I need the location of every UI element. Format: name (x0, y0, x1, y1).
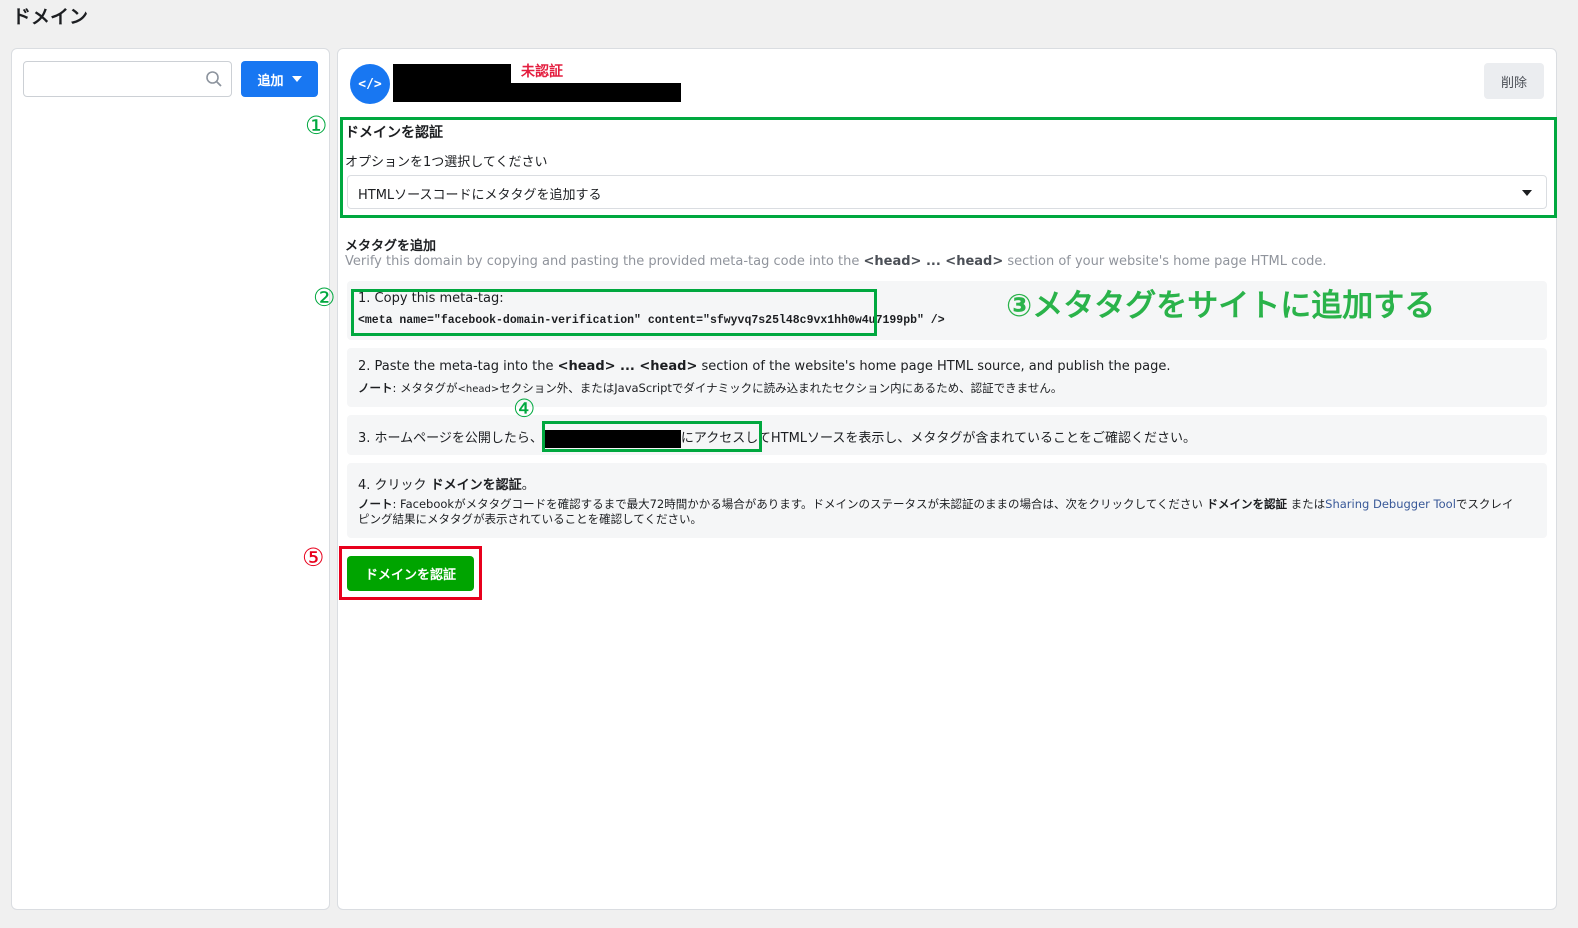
annotation-label-3: ③メタタグをサイトに追加する (1006, 288, 1436, 324)
verify-heading: ドメインを認証 (345, 125, 443, 141)
step-3-text: 3. ホームページを公開したら、 にアクセスしてHTMLソースを表示し、メタタグが… (358, 429, 1196, 448)
step-4: 4. クリック ドメインを認証。 ノート: Facebookがメタタグコードを確… (347, 463, 1547, 538)
page-title: ドメイン (12, 6, 89, 28)
search-box[interactable] (23, 61, 232, 97)
option-prompt: オプションを1つ選択してください (345, 155, 548, 170)
step-2-text: 2. Paste the meta-tag into the <head> ..… (358, 359, 1171, 374)
redacted-domain-detail (393, 83, 681, 102)
annotation-number-1: ① (305, 111, 328, 140)
step-4-note: ノート: Facebookがメタタグコードを確認するまで最大72時間かかる場合が… (358, 497, 1514, 511)
annotation-box-2 (351, 289, 877, 336)
annotation-box-4 (542, 421, 762, 452)
add-button-label: 追加 (257, 73, 284, 89)
annotation-number-5: ⑤ (302, 543, 325, 572)
domain-list-panel: 追加 (11, 48, 330, 910)
verification-method-select[interactable]: HTMLソースコードにメタタグを追加する (347, 175, 1547, 209)
delete-button[interactable]: 削除 (1484, 63, 1544, 99)
search-icon (206, 71, 222, 87)
sharing-debugger-link[interactable]: Sharing Debugger Tool (1325, 497, 1456, 511)
annotation-number-2: ② (313, 283, 336, 312)
code-icon: </> (350, 64, 390, 104)
status-badge: 未認証 (521, 64, 563, 80)
metatag-heading: メタタグを追加 (345, 239, 437, 254)
verify-domain-button[interactable]: ドメインを認証 (347, 556, 474, 591)
search-input[interactable] (24, 62, 194, 96)
step-4-text: 4. クリック ドメインを認証。 (358, 478, 535, 493)
metatag-description: Verify this domain by copying and pastin… (345, 254, 1327, 269)
caret-down-icon (1522, 190, 1532, 196)
add-button[interactable]: 追加 (241, 61, 318, 97)
domain-detail-panel: </> 未認証 削除 ① ドメインを認証 オプションを1つ選択してください HT… (302, 48, 1557, 910)
selected-option: HTMLソースコードにメタタグを追加する (358, 188, 602, 203)
caret-down-icon (291, 76, 302, 82)
annotation-number-4: ④ (513, 394, 536, 423)
step-2-note: ノート: メタタグが<head>セクション外、またはJavaScriptでダイナ… (358, 381, 1063, 395)
step-4-note-line2: ピング結果にメタタグが表示されていることを確認してください。 (358, 512, 702, 526)
